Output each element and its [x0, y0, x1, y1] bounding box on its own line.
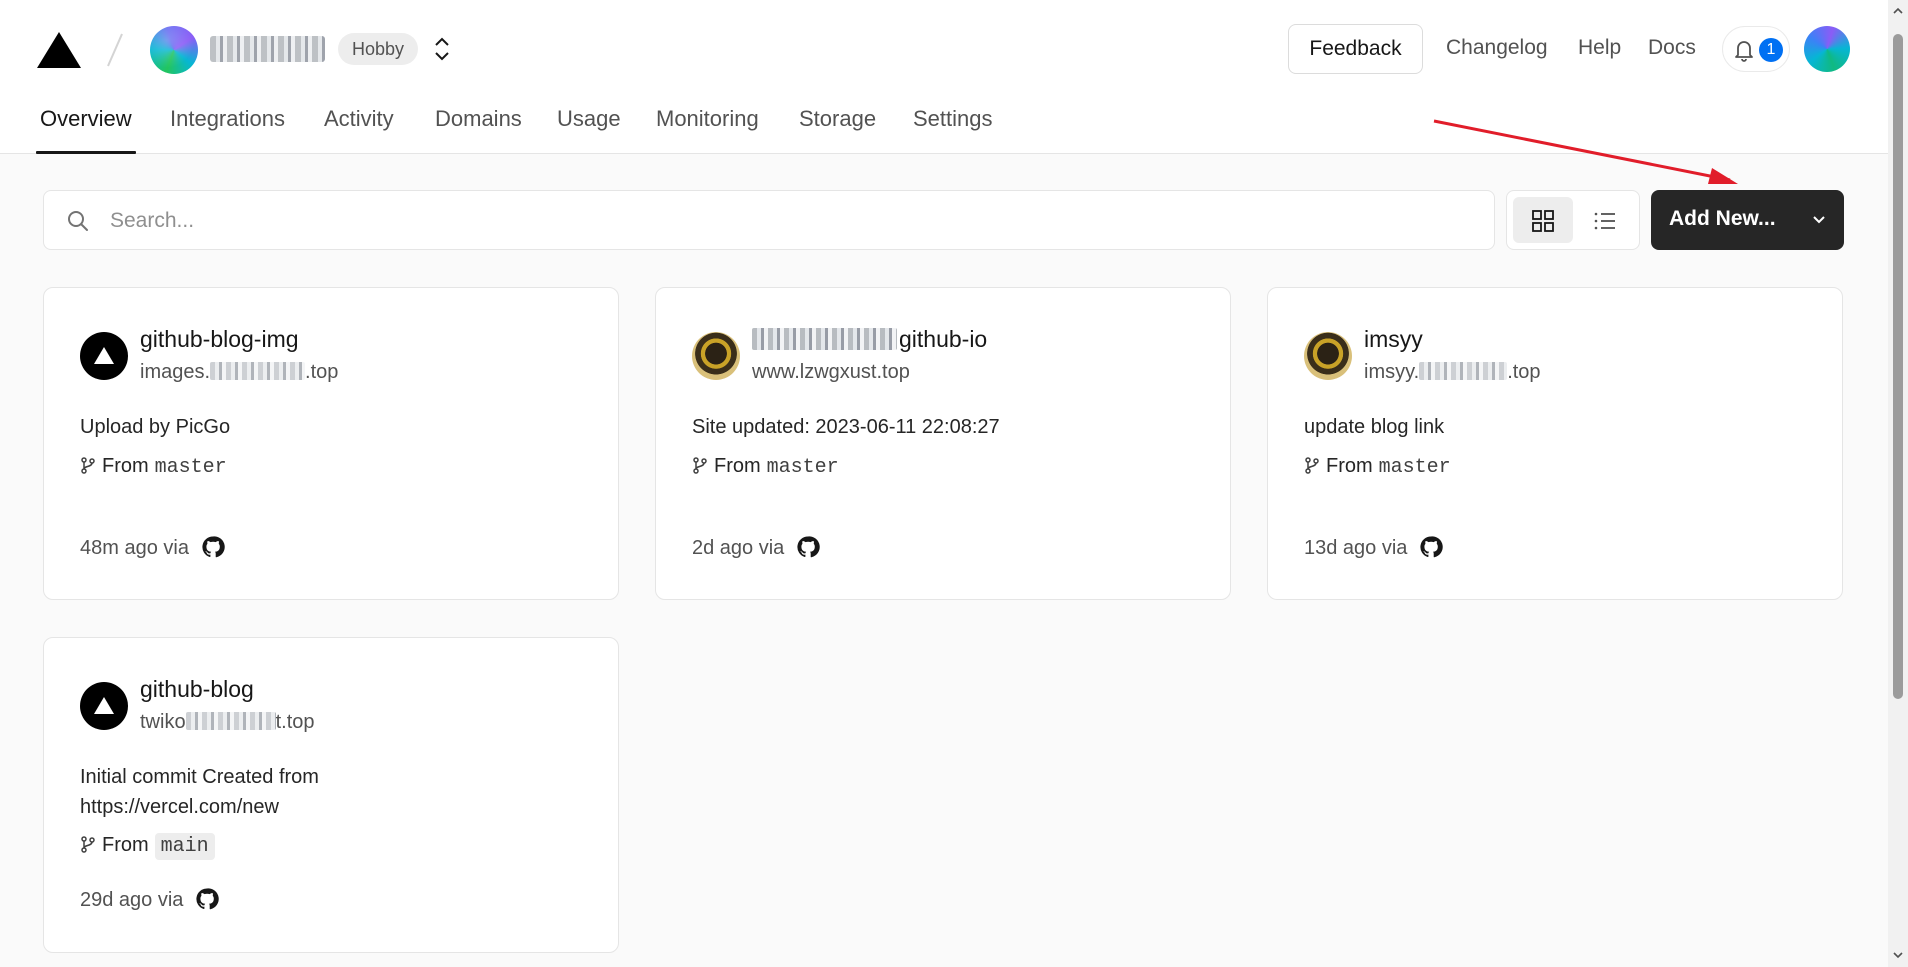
deployment-meta: 48m ago via — [80, 534, 225, 562]
vertical-scrollbar[interactable] — [1888, 0, 1908, 967]
project-card[interactable]: imsyy imsyy. .top update blog link From ma… — [1267, 287, 1843, 600]
vercel-logo-icon[interactable] — [36, 30, 82, 70]
redacted-text — [752, 328, 897, 350]
tab-monitoring[interactable]: Monitoring — [656, 106, 759, 154]
tab-activity[interactable]: Activity — [324, 106, 394, 154]
branch-name: master — [154, 456, 227, 479]
scroll-up-icon[interactable] — [1892, 6, 1904, 16]
branch-prefix: From — [102, 834, 149, 856]
redacted-text — [210, 362, 306, 380]
branch-name: master — [1378, 456, 1451, 479]
tab-settings[interactable]: Settings — [913, 106, 993, 154]
scrollbar-thumb[interactable] — [1893, 34, 1903, 699]
github-icon[interactable] — [1419, 535, 1443, 559]
character-avatar — [1304, 332, 1352, 380]
tab-usage[interactable]: Usage — [557, 106, 621, 154]
branch-name: master — [766, 456, 839, 479]
character-avatar — [692, 332, 740, 380]
scroll-down-icon[interactable] — [1892, 950, 1904, 960]
commit-message: update blog link — [1304, 416, 1445, 438]
chevron-down-icon[interactable] — [1810, 211, 1828, 229]
plan-badge: Hobby — [338, 33, 419, 65]
tab-integrations[interactable]: Integrations — [170, 106, 285, 154]
redacted-text — [185, 712, 276, 730]
branch-prefix: From — [1326, 455, 1373, 477]
project-domain[interactable]: imsyy. .top — [1364, 361, 1541, 384]
git-branch-icon — [693, 457, 707, 474]
annotation-arrow-icon — [1433, 119, 1738, 184]
list-icon — [1594, 212, 1615, 230]
domain-suffix: .top — [305, 361, 339, 383]
top-bar: ▬▬▬▬▬▬▬ Hobby Feedback Changelog Help Do… — [0, 0, 1888, 100]
project-name[interactable]: github-io — [752, 326, 987, 353]
branch-prefix: From — [102, 455, 149, 477]
domain-prefix: imsyy. — [1364, 361, 1420, 383]
deploy-time: 13d ago via — [1304, 537, 1408, 559]
notification-count-badge: 1 — [1759, 38, 1783, 62]
add-new-label: Add New... — [1669, 207, 1776, 230]
domain-suffix: t.top — [275, 711, 315, 733]
deploy-time: 2d ago via — [692, 537, 785, 559]
branch-name: main — [154, 833, 215, 860]
grid-view-button[interactable] — [1513, 197, 1573, 243]
branch-info: From master — [1304, 451, 1451, 481]
deploy-time: 29d ago via — [80, 889, 184, 911]
project-domain[interactable]: twiko t.top — [140, 711, 315, 734]
grid-icon — [1532, 210, 1554, 232]
tab-domains[interactable]: Domains — [435, 106, 522, 154]
project-card[interactable]: github-io www.lzwgxust.top Site updated:… — [655, 287, 1231, 600]
docs-link[interactable]: Docs — [1648, 36, 1696, 60]
project-name[interactable]: github-blog-img — [140, 326, 299, 353]
domain-prefix: images. — [140, 361, 211, 383]
domain-suffix: .top — [1507, 361, 1541, 383]
branch-info: From master — [692, 451, 839, 481]
vercel-dashboard: ▬▬▬▬▬▬▬ Hobby Feedback Changelog Help Do… — [0, 0, 1908, 967]
changelog-link[interactable]: Changelog — [1446, 36, 1548, 60]
breadcrumb-separator-icon — [107, 33, 123, 67]
help-link[interactable]: Help — [1578, 36, 1621, 60]
user-avatar[interactable] — [1804, 26, 1850, 72]
git-branch-icon — [81, 836, 95, 853]
vercel-triangle-icon — [80, 332, 128, 380]
github-icon[interactable] — [201, 535, 225, 559]
commit-message: Initial commit Created from https://verc… — [80, 766, 319, 818]
branch-info: From main — [80, 830, 215, 860]
project-domain[interactable]: images. .top — [140, 361, 338, 384]
branch-info: From master — [80, 451, 227, 481]
git-branch-icon — [81, 457, 95, 474]
deployment-meta: 2d ago via — [692, 534, 820, 562]
deployment-meta: 29d ago via — [80, 886, 219, 914]
branch-prefix: From — [714, 455, 761, 477]
domain-prefix: twiko — [140, 711, 186, 733]
project-name[interactable]: github-blog — [140, 676, 254, 703]
search-icon — [68, 211, 88, 231]
deployment-meta: 13d ago via — [1304, 534, 1443, 562]
notifications-button[interactable]: 1 — [1722, 26, 1790, 72]
tab-overview[interactable]: Overview — [36, 106, 136, 154]
bell-icon — [1735, 41, 1753, 62]
team-name[interactable]: ▬▬▬▬▬▬▬ — [210, 36, 325, 62]
team-switcher-icon[interactable] — [430, 34, 454, 64]
git-branch-icon — [1305, 457, 1319, 474]
list-view-button[interactable] — [1575, 197, 1635, 243]
tab-storage[interactable]: Storage — [799, 106, 876, 154]
github-icon[interactable] — [796, 535, 820, 559]
search-bar[interactable] — [43, 190, 1495, 250]
vercel-triangle-icon — [80, 682, 128, 730]
commit-message: Site updated: 2023-06-11 22:08:27 — [692, 416, 1000, 438]
project-domain[interactable]: www.lzwgxust.top — [752, 361, 910, 384]
search-input[interactable] — [110, 201, 1470, 241]
project-name-suffix: github-io — [899, 326, 988, 352]
team-avatar[interactable] — [150, 26, 198, 74]
github-icon[interactable] — [195, 887, 219, 911]
deploy-time: 48m ago via — [80, 537, 189, 559]
feedback-button[interactable]: Feedback — [1288, 24, 1423, 74]
commit-message: Upload by PicGo — [80, 416, 231, 438]
project-card[interactable]: github-blog twiko t.top Initial commit Cr… — [43, 637, 619, 953]
project-card[interactable]: github-blog-img images. .top Upload by Pi… — [43, 287, 619, 600]
redacted-text — [1419, 362, 1508, 380]
project-name[interactable]: imsyy — [1364, 326, 1423, 353]
